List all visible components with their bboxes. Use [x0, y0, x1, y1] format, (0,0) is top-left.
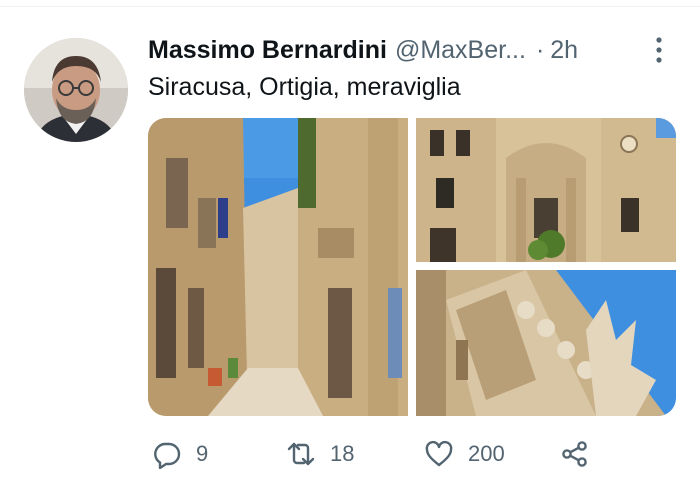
- media-cathedral-photo[interactable]: [416, 118, 676, 262]
- author-display-name[interactable]: Massimo Bernardini: [148, 36, 387, 65]
- share-button[interactable]: [560, 432, 590, 476]
- top-divider: [0, 6, 700, 7]
- tweet-timestamp[interactable]: 2h: [550, 36, 578, 65]
- media-street-photo[interactable]: [148, 118, 408, 416]
- like-button[interactable]: 200: [424, 432, 505, 476]
- tweet-header: Massimo Bernardini @MaxBer... · 2h: [148, 30, 678, 70]
- tweet-actions: 9 18 200: [148, 432, 608, 476]
- share-icon: [562, 441, 587, 467]
- separator-dot: ·: [535, 35, 545, 64]
- media-balcony-photo[interactable]: [416, 270, 676, 416]
- like-count: 200: [468, 441, 505, 466]
- author-handle[interactable]: @MaxBer...: [395, 36, 526, 65]
- media-grid: [148, 118, 676, 416]
- street-photo-icon: [148, 118, 408, 416]
- more-options-icon[interactable]: [654, 36, 664, 64]
- heart-icon: [425, 440, 453, 467]
- baroque-balcony-photo-icon: [416, 270, 676, 416]
- retweet-button[interactable]: 18: [286, 432, 354, 476]
- author-avatar[interactable]: [24, 38, 128, 142]
- profile-photo-icon: [24, 38, 128, 142]
- tweet-text: Siracusa, Ortigia, meraviglia: [148, 73, 461, 101]
- reply-icon: [154, 442, 181, 469]
- reply-count: 9: [196, 441, 209, 466]
- retweet-icon: [287, 442, 315, 466]
- reply-button[interactable]: 9: [152, 432, 208, 476]
- retweet-count: 18: [330, 441, 355, 466]
- cathedral-facade-photo-icon: [416, 118, 676, 262]
